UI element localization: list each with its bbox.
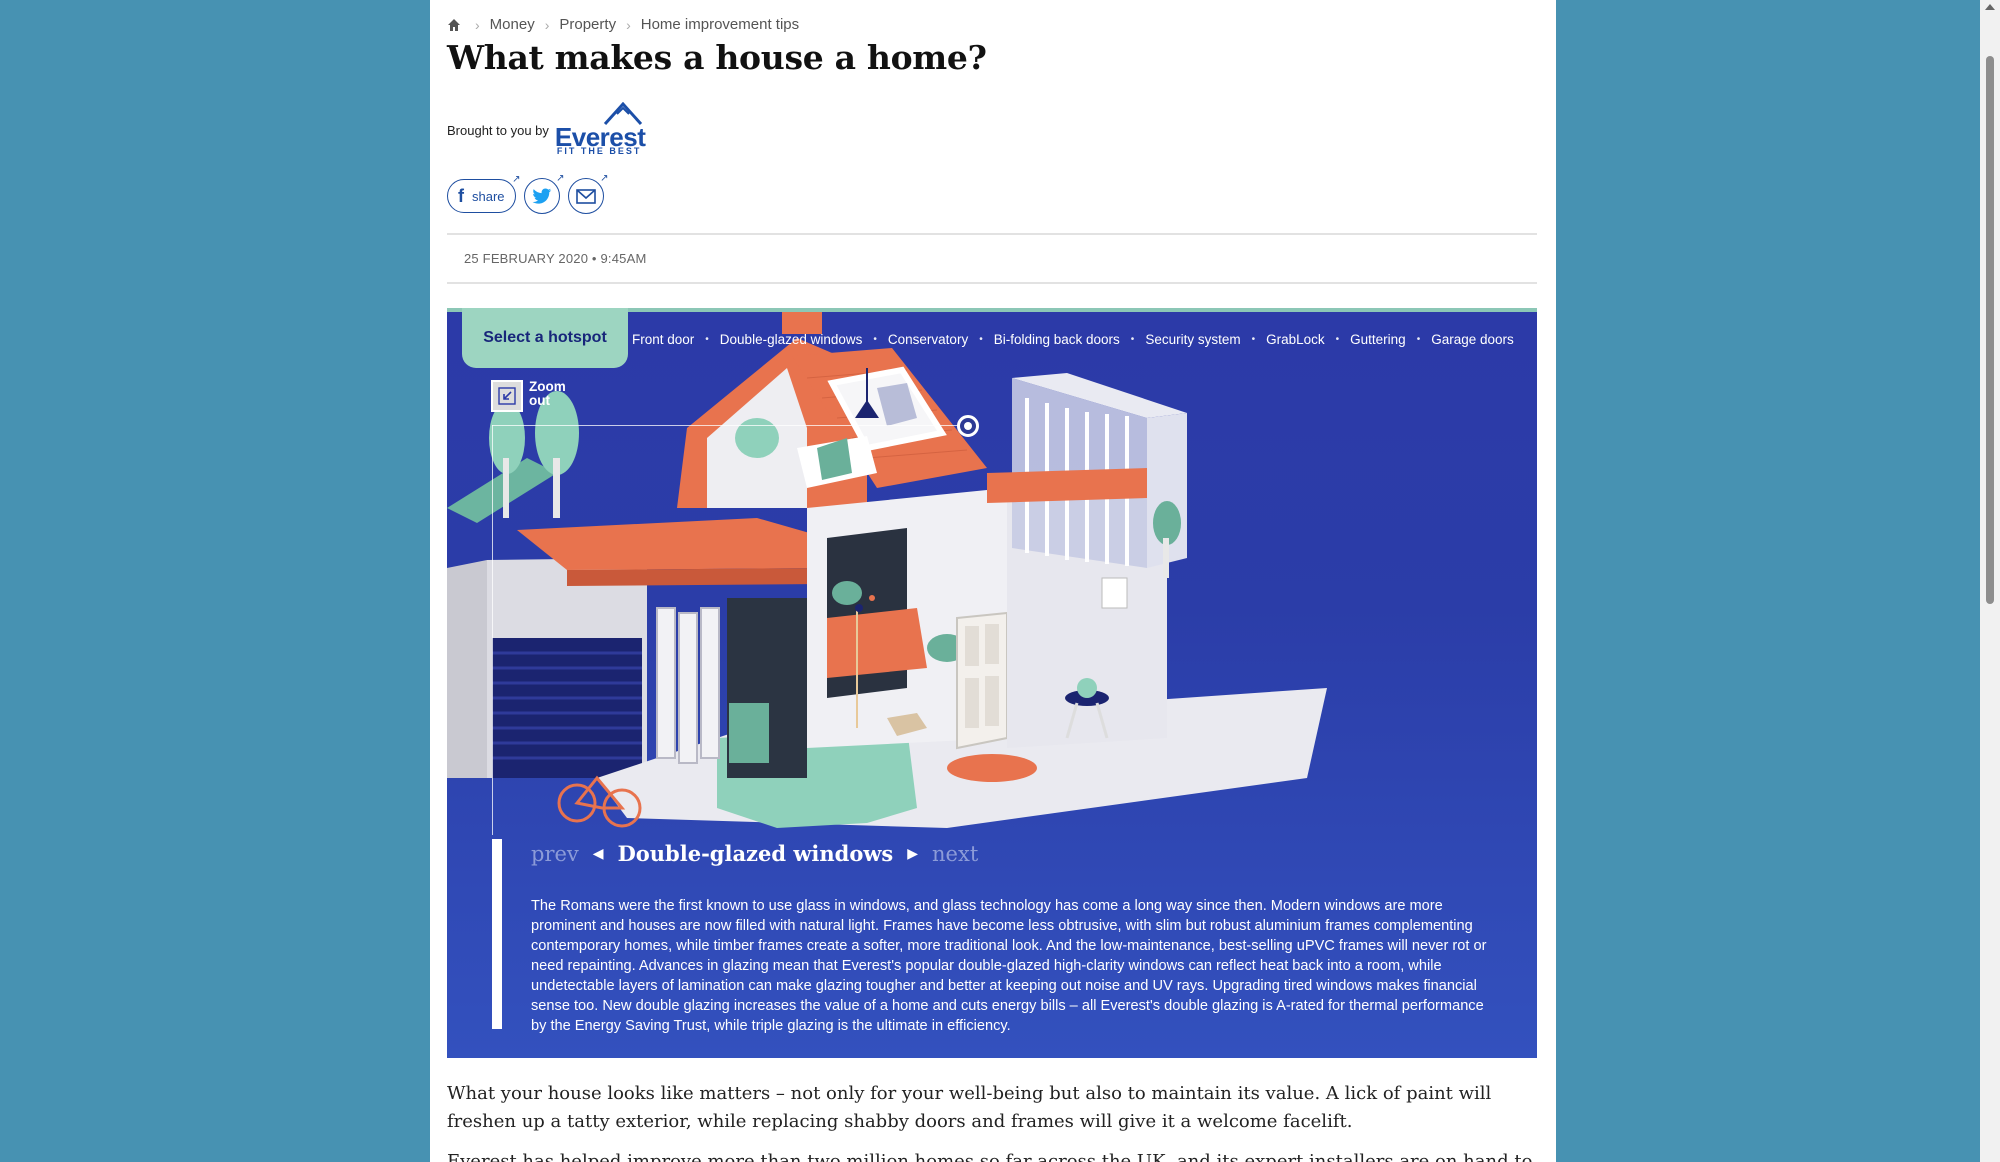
- hotspot-description: The Romans were the first known to use g…: [531, 898, 1487, 1034]
- article-paragraph: Everest has helped improve more than two…: [447, 1151, 1533, 1162]
- facebook-share-button[interactable]: f share ↗: [447, 174, 521, 213]
- home-icon[interactable]: [447, 18, 461, 32]
- chevron-right-icon: ›: [626, 16, 631, 33]
- breadcrumb: › Money › Property › Home improvement ti…: [447, 16, 799, 33]
- twitter-share-button[interactable]: ↗: [523, 173, 565, 214]
- current-hotspot-title: Double-glazed windows: [617, 841, 894, 866]
- hotspot-marker[interactable]: [957, 415, 979, 437]
- external-link-icon: ↗: [556, 173, 565, 184]
- chevron-right-icon: ›: [544, 16, 550, 33]
- zoom-label-line1: Zoom: [529, 379, 566, 394]
- breadcrumb-property[interactable]: Property: [559, 16, 616, 33]
- scrollbar-thumb[interactable]: [1986, 56, 1994, 604]
- next-button[interactable]: next: [932, 842, 978, 866]
- facebook-share-label: share: [472, 188, 505, 204]
- prev-button[interactable]: prev: [531, 842, 579, 866]
- twitter-icon: [531, 188, 551, 204]
- publish-date: 25 FEBRUARY 2020 • 9:45AM: [464, 251, 647, 266]
- breadcrumb-money[interactable]: Money: [490, 16, 535, 33]
- select-hotspot-label: Select a hotspot: [462, 308, 628, 368]
- triangle-right-icon[interactable]: ▶: [907, 846, 918, 862]
- hotspot-front-door[interactable]: Front door: [632, 332, 694, 347]
- hotspot-pager: prev ◀ Double-glazed windows ▶ next: [531, 841, 978, 866]
- scrollbar[interactable]: [1980, 0, 2000, 1162]
- triangle-left-icon[interactable]: ◀: [593, 846, 604, 862]
- hotspot-bi-folding-back-doors[interactable]: Bi-folding back doors: [994, 332, 1120, 347]
- hotspot-guttering[interactable]: Guttering: [1350, 332, 1406, 347]
- zoom-out-icon: [491, 380, 523, 412]
- email-share-button[interactable]: ↗: [567, 173, 609, 214]
- divider: [447, 282, 1537, 284]
- hotspot-grablock[interactable]: GrabLock: [1266, 332, 1325, 347]
- interactive-house-explorer: Select a hotspot Front door • Double-gla…: [447, 308, 1537, 1058]
- info-accent-bar: [492, 839, 502, 1029]
- external-link-icon: ↗: [512, 174, 521, 185]
- facebook-icon: f: [458, 185, 464, 206]
- hotspot-nav: Front door • Double-glazed windows • Con…: [632, 332, 1514, 347]
- email-icon: [575, 188, 596, 204]
- breadcrumb-home-improvement[interactable]: Home improvement tips: [641, 16, 799, 33]
- zoom-label-line2: out: [529, 393, 550, 408]
- sponsor-label: Brought to you by: [447, 122, 549, 138]
- hotspot-garage-doors[interactable]: Garage doors: [1431, 332, 1514, 347]
- external-link-icon: ↗: [600, 173, 609, 184]
- scroll-up-icon[interactable]: [1985, 4, 1995, 10]
- hotspot-conservatory[interactable]: Conservatory: [888, 332, 968, 347]
- sponsor-tagline: FIT THE BEST: [556, 146, 642, 156]
- hotspot-security-system[interactable]: Security system: [1145, 332, 1240, 347]
- article-page: › Money › Property › Home improvement ti…: [430, 0, 1556, 1162]
- share-row: f share ↗ ↗ ↗: [447, 173, 609, 214]
- divider: [447, 233, 1537, 235]
- sponsor-block: Brought to you by Everest FIT THE BEST: [447, 100, 651, 160]
- hotspot-double-glazed-windows[interactable]: Double-glazed windows: [720, 332, 863, 347]
- everest-logo[interactable]: Everest FIT THE BEST: [555, 100, 651, 160]
- page-title: What makes a house a home?: [447, 38, 987, 77]
- chevron-right-icon: ›: [475, 16, 480, 33]
- article-paragraph: What your house looks like matters – not…: [447, 1083, 1492, 1132]
- zoom-frame-left: [492, 425, 493, 835]
- zoom-out-button[interactable]: Zoom out: [491, 380, 566, 412]
- zoom-frame-top: [492, 425, 967, 426]
